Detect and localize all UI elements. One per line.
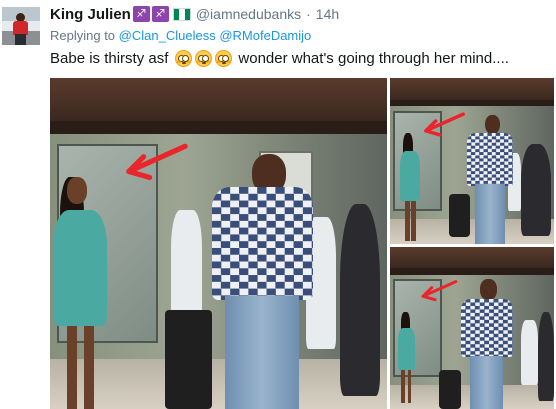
reply-mention[interactable]: @RMofeDamijo	[219, 28, 311, 43]
tweet-text-start: Babe is thirsty asf	[50, 50, 169, 67]
sagittarius-icon: ♐	[132, 6, 150, 22]
flushed-face-icon	[195, 50, 213, 67]
nigeria-flag-icon	[172, 7, 191, 21]
red-arrow-annotation	[421, 280, 458, 302]
reply-context: Replying to @Clan_Clueless @RMofeDamijo	[50, 28, 311, 43]
display-name[interactable]: King Julien	[50, 6, 131, 23]
red-arrow-annotation	[424, 112, 466, 137]
sagittarius-icon: ♐	[151, 6, 169, 22]
photo-top-right[interactable]	[390, 78, 554, 244]
tweet-text: Babe is thirsty asf wonder what's going …	[50, 50, 509, 67]
reply-mention[interactable]: @Clan_Clueless	[119, 28, 216, 43]
red-arrow-annotation	[126, 143, 188, 180]
tweet-timestamp[interactable]: 14h	[316, 6, 339, 22]
flushed-face-icon	[175, 50, 193, 67]
profile-avatar[interactable]	[2, 7, 40, 45]
photo-main[interactable]	[50, 78, 387, 409]
tweet-header: King Julien ♐ ♐ @iamnedubanks · 14h	[50, 5, 339, 23]
media-grid	[50, 78, 554, 409]
reply-prefix: Replying to	[50, 28, 116, 43]
user-handle[interactable]: @iamnedubanks	[196, 6, 301, 22]
flushed-face-icon	[215, 50, 233, 67]
photo-bottom-right[interactable]	[390, 247, 554, 409]
tweet-text-end: wonder what's going through her mind....	[238, 50, 509, 67]
separator-dot: ·	[306, 6, 311, 22]
